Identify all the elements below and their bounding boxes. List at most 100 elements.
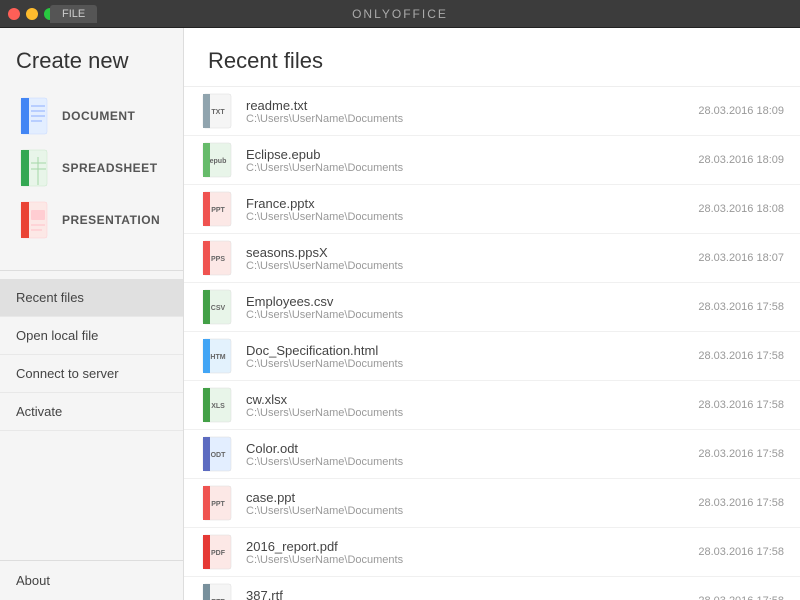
file-date: 28.03.2016 18:09 — [698, 105, 784, 117]
file-name: readme.txt — [246, 98, 688, 113]
file-name: 387.rtf — [246, 588, 688, 600]
list-item[interactable]: PDF 2016_report.pdf C:\Users\UserName\Do… — [184, 528, 800, 577]
file-name: seasons.ppsX — [246, 245, 688, 260]
file-date: 28.03.2016 18:09 — [698, 154, 784, 166]
file-name: Employees.csv — [246, 294, 688, 309]
file-name: case.ppt — [246, 490, 688, 505]
sidebar-item-connect-server[interactable]: Connect to server — [0, 355, 183, 393]
file-name: Doc_Specification.html — [246, 343, 688, 358]
list-item[interactable]: epub Eclipse.epub C:\Users\UserName\Docu… — [184, 136, 800, 185]
file-path: C:\Users\UserName\Documents — [246, 358, 688, 370]
file-info: Doc_Specification.html C:\Users\UserName… — [246, 343, 688, 370]
create-new-title: Create new — [16, 48, 167, 74]
file-info: France.pptx C:\Users\UserName\Documents — [246, 196, 688, 223]
file-path: C:\Users\UserName\Documents — [246, 456, 688, 468]
sidebar: Create new DOCUMENT — [0, 28, 184, 600]
file-type-icon: PPS — [200, 240, 236, 276]
svg-text:PPT: PPT — [211, 501, 225, 508]
sidebar-divider — [0, 270, 183, 271]
file-path: C:\Users\UserName\Documents — [246, 309, 688, 321]
recent-files-title: Recent files — [184, 28, 800, 87]
file-info: case.ppt C:\Users\UserName\Documents — [246, 490, 688, 517]
presentation-label: PRESENTATION — [62, 213, 160, 227]
file-name: France.pptx — [246, 196, 688, 211]
file-type-icon: XLS — [200, 387, 236, 423]
file-info: Eclipse.epub C:\Users\UserName\Documents — [246, 147, 688, 174]
spreadsheet-icon — [20, 149, 52, 187]
presentation-icon — [20, 201, 52, 239]
svg-text:PPT: PPT — [211, 207, 225, 214]
list-item[interactable]: HTM Doc_Specification.html C:\Users\User… — [184, 332, 800, 381]
file-path: C:\Users\UserName\Documents — [246, 211, 688, 223]
app-title: ONLYOFFICE — [352, 7, 448, 21]
file-path: C:\Users\UserName\Documents — [246, 407, 688, 419]
file-date: 28.03.2016 17:58 — [698, 350, 784, 362]
list-item[interactable]: CSV Employees.csv C:\Users\UserName\Docu… — [184, 283, 800, 332]
file-date: 28.03.2016 18:08 — [698, 203, 784, 215]
svg-text:ODT: ODT — [211, 452, 227, 459]
sidebar-item-activate[interactable]: Activate — [0, 393, 183, 431]
svg-text:PPS: PPS — [211, 256, 225, 263]
file-name: cw.xlsx — [246, 392, 688, 407]
create-presentation-button[interactable]: PRESENTATION — [16, 194, 167, 246]
sidebar-nav: Recent files Open local file Connect to … — [0, 279, 183, 431]
sidebar-top: Create new DOCUMENT — [0, 28, 183, 262]
sidebar-item-open-local[interactable]: Open local file — [0, 317, 183, 355]
sidebar-item-recent-files[interactable]: Recent files — [0, 279, 183, 317]
file-date: 28.03.2016 17:58 — [698, 546, 784, 558]
file-path: C:\Users\UserName\Documents — [246, 505, 688, 517]
minimize-button[interactable] — [26, 8, 38, 20]
window-controls — [8, 8, 56, 20]
file-date: 28.03.2016 17:58 — [698, 448, 784, 460]
list-item[interactable]: TXT readme.txt C:\Users\UserName\Documen… — [184, 87, 800, 136]
file-type-icon: TXT — [200, 93, 236, 129]
file-info: 2016_report.pdf C:\Users\UserName\Docume… — [246, 539, 688, 566]
svg-text:PDF: PDF — [211, 550, 226, 557]
file-type-icon: RTF — [200, 583, 236, 600]
spreadsheet-label: SPREADSHEET — [62, 161, 158, 175]
file-tab[interactable]: FILE — [50, 5, 97, 23]
svg-text:HTM: HTM — [210, 354, 225, 361]
file-info: readme.txt C:\Users\UserName\Documents — [246, 98, 688, 125]
list-item[interactable]: PPS seasons.ppsX C:\Users\UserName\Docum… — [184, 234, 800, 283]
list-item[interactable]: RTF 387.rtf C:\Users\UserName\Documents … — [184, 577, 800, 600]
file-date: 28.03.2016 17:58 — [698, 301, 784, 313]
file-name: Color.odt — [246, 441, 688, 456]
file-type-icon: epub — [200, 142, 236, 178]
file-type-icon: CSV — [200, 289, 236, 325]
file-date: 28.03.2016 17:58 — [698, 399, 784, 411]
list-item[interactable]: PPT case.ppt C:\Users\UserName\Documents… — [184, 479, 800, 528]
file-info: 387.rtf C:\Users\UserName\Documents — [246, 588, 688, 600]
app-container: Create new DOCUMENT — [0, 28, 800, 600]
file-type-icon: PDF — [200, 534, 236, 570]
file-date: 28.03.2016 18:07 — [698, 252, 784, 264]
main-content: Recent files TXT readme.txt C:\Users\Use… — [184, 28, 800, 600]
file-type-icon: PPT — [200, 191, 236, 227]
create-document-button[interactable]: DOCUMENT — [16, 90, 167, 142]
close-button[interactable] — [8, 8, 20, 20]
file-name: Eclipse.epub — [246, 147, 688, 162]
svg-text:epub: epub — [210, 158, 227, 165]
list-item[interactable]: XLS cw.xlsx C:\Users\UserName\Documents … — [184, 381, 800, 430]
file-info: Color.odt C:\Users\UserName\Documents — [246, 441, 688, 468]
svg-text:TXT: TXT — [211, 109, 225, 116]
file-name: 2016_report.pdf — [246, 539, 688, 554]
file-date: 28.03.2016 17:58 — [698, 497, 784, 509]
file-path: C:\Users\UserName\Documents — [246, 260, 688, 272]
file-path: C:\Users\UserName\Documents — [246, 554, 688, 566]
about-button[interactable]: About — [0, 560, 183, 600]
list-item[interactable]: ODT Color.odt C:\Users\UserName\Document… — [184, 430, 800, 479]
list-item[interactable]: PPT France.pptx C:\Users\UserName\Docume… — [184, 185, 800, 234]
file-info: Employees.csv C:\Users\UserName\Document… — [246, 294, 688, 321]
document-label: DOCUMENT — [62, 109, 135, 123]
file-path: C:\Users\UserName\Documents — [246, 113, 688, 125]
file-type-icon: PPT — [200, 485, 236, 521]
svg-text:CSV: CSV — [211, 305, 226, 312]
create-spreadsheet-button[interactable]: SPREADSHEET — [16, 142, 167, 194]
file-info: seasons.ppsX C:\Users\UserName\Documents — [246, 245, 688, 272]
title-bar: FILE ONLYOFFICE — [0, 0, 800, 28]
document-icon — [20, 97, 52, 135]
files-list: TXT readme.txt C:\Users\UserName\Documen… — [184, 87, 800, 600]
file-type-icon: HTM — [200, 338, 236, 374]
svg-text:XLS: XLS — [211, 403, 225, 410]
